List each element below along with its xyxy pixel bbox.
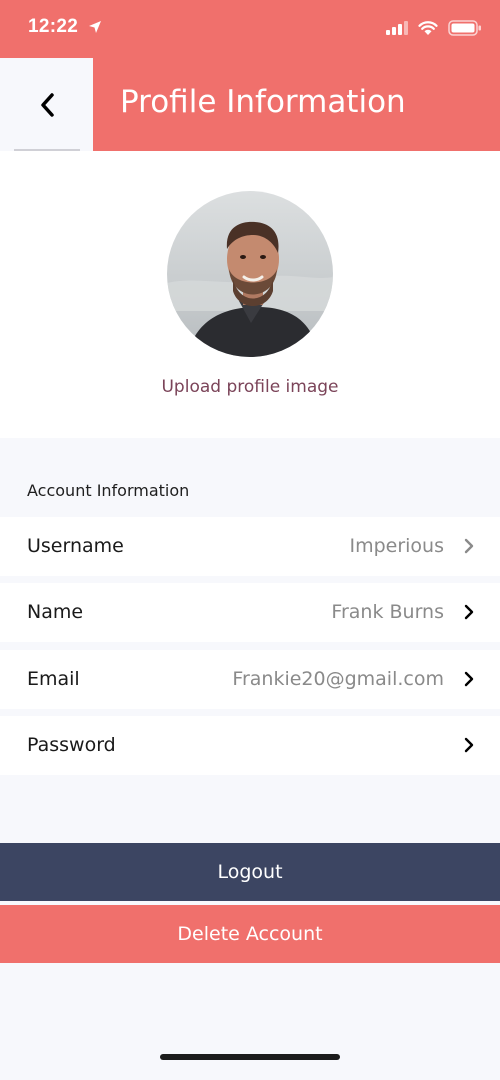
delete-account-button[interactable]: Delete Account <box>0 905 500 963</box>
row-value: Frank Burns <box>331 601 444 623</box>
row-label: Username <box>27 535 124 557</box>
account-row-email[interactable]: Email Frankie20@gmail.com <box>0 650 500 709</box>
row-value: Imperious <box>349 535 444 557</box>
account-row-name[interactable]: Name Frank Burns <box>0 583 500 642</box>
battery-icon <box>448 20 481 36</box>
profile-image-section: Upload profile image <box>0 151 500 438</box>
status-icons <box>386 20 482 36</box>
chevron-right-icon <box>464 604 474 620</box>
avatar-photo <box>167 191 333 357</box>
header: Profile Information <box>0 58 500 151</box>
row-label: Password <box>27 734 116 756</box>
row-label: Name <box>27 601 84 623</box>
status-bar: 12:22 <box>0 0 500 58</box>
chevron-left-icon <box>40 92 54 117</box>
home-indicator[interactable] <box>160 1054 340 1060</box>
status-time: 12:22 <box>28 16 79 37</box>
row-value: Frankie20@gmail.com <box>232 668 444 690</box>
chevron-right-icon <box>464 671 474 687</box>
chevron-right-icon <box>464 737 474 753</box>
upload-profile-image-link[interactable]: Upload profile image <box>0 377 500 397</box>
location-arrow-icon <box>89 21 101 33</box>
wifi-icon <box>418 20 438 35</box>
row-label: Email <box>27 668 80 690</box>
section-title-account: Account Information <box>27 481 190 500</box>
account-row-username[interactable]: Username Imperious <box>0 517 500 576</box>
account-row-password[interactable]: Password <box>0 716 500 775</box>
chevron-right-icon <box>464 538 474 554</box>
page-title: Profile Information <box>120 84 406 120</box>
back-button[interactable] <box>0 58 93 151</box>
avatar[interactable] <box>167 191 333 357</box>
signal-icon <box>386 21 408 35</box>
logout-button[interactable]: Logout <box>0 843 500 901</box>
